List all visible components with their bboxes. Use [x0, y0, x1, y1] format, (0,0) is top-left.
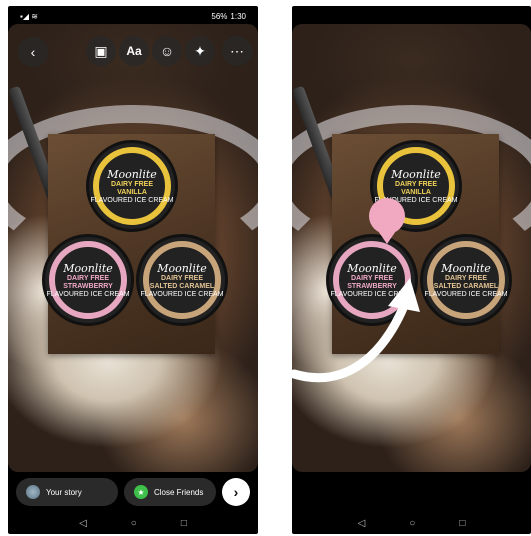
tub-line1: DAIRY FREE [160, 274, 203, 282]
brand-label: Moonlite [347, 261, 397, 275]
person-tag-icon: ▣ [94, 42, 108, 59]
screen-right: Moonlite DAIRY FREE VANILLA FLAVOURED IC… [292, 6, 531, 534]
nav-recents-icon[interactable]: □ [181, 518, 187, 529]
story-toolbar: ‹ ▣ Aa ☺ ✦ ⋯ [8, 36, 258, 68]
tub-line1: DAIRY FREE [350, 274, 393, 282]
share-bar: Your story ★ Close Friends › [8, 472, 258, 512]
more-icon: ⋯ [230, 42, 244, 59]
tub-line2: SALTED CARAMEL [433, 282, 499, 290]
tub-strawberry: Moonlite DAIRY FREE STRAWBERRY FLAVOURED… [42, 234, 134, 326]
brand-label: Moonlite [391, 167, 441, 181]
tub-strawberry: Moonlite DAIRY FREE STRAWBERRY FLAVOURED… [326, 234, 418, 326]
tub-caramel: Moonlite DAIRY FREE SALTED CARAMEL FLAVO… [420, 234, 512, 326]
tub-line3: FLAVOURED ICE CREAM [330, 290, 414, 298]
tub-caramel: Moonlite DAIRY FREE SALTED CARAMEL FLAVO… [136, 234, 228, 326]
avatar [26, 485, 40, 499]
tub-line3: FLAVOURED ICE CREAM [424, 290, 508, 298]
tub-line2: VANILLA [401, 188, 431, 196]
tag-people-button[interactable]: ▣ [86, 36, 116, 66]
system-nav-bar: ◁ ○ □ [8, 512, 258, 534]
nav-back-icon[interactable]: ◁ [358, 518, 366, 529]
tub-line3: FLAVOURED ICE CREAM [374, 196, 458, 204]
photo-sticker[interactable]: Moonlite DAIRY FREE VANILLA FLAVOURED IC… [42, 134, 228, 354]
tub-line3: FLAVOURED ICE CREAM [90, 196, 174, 204]
star-icon: ★ [134, 485, 148, 499]
nav-back-icon[interactable]: ◁ [79, 518, 87, 529]
tub-line2: STRAWBERRY [347, 282, 397, 290]
back-button[interactable]: ‹ [18, 37, 48, 67]
effects-button[interactable]: ✦ [185, 36, 215, 66]
tub-vanilla: Moonlite DAIRY FREE VANILLA FLAVOURED IC… [86, 140, 178, 232]
close-friends-label: Close Friends [154, 487, 204, 497]
text-tool-button[interactable]: Aa [119, 36, 149, 66]
tub-line2: STRAWBERRY [63, 282, 113, 290]
tub-line2: VANILLA [117, 188, 147, 196]
back-arrow-icon: ‹ [30, 44, 36, 60]
tub-line1: DAIRY FREE [444, 274, 487, 282]
effects-sparkle-icon: ✦ [194, 42, 206, 59]
tub-line3: FLAVOURED ICE CREAM [140, 290, 224, 298]
brand-label: Moonlite [107, 167, 157, 181]
nav-home-icon[interactable]: ○ [409, 518, 415, 529]
sticker-button[interactable]: ☺ [152, 36, 182, 66]
photo-sticker[interactable]: Moonlite DAIRY FREE VANILLA FLAVOURED IC… [326, 134, 512, 354]
screen-left: ▪◢ ≋ 56% 1:30 ‹ ▣ Aa ☺ ✦ ⋯ Moonlite DAIR… [8, 6, 258, 534]
more-button[interactable]: ⋯ [222, 36, 252, 66]
chevron-right-icon: › [233, 484, 239, 500]
clock: 1:30 [230, 11, 246, 21]
close-friends-button[interactable]: ★ Close Friends [124, 478, 216, 506]
your-story-button[interactable]: Your story [16, 478, 118, 506]
nav-recents-icon[interactable]: □ [459, 518, 465, 529]
sticker-icon: ☺ [159, 43, 175, 59]
nav-home-icon[interactable]: ○ [131, 518, 137, 529]
tub-line3: FLAVOURED ICE CREAM [46, 290, 130, 298]
your-story-label: Your story [46, 487, 82, 497]
tub-line2: SALTED CARAMEL [149, 282, 215, 290]
status-bar: ▪◢ ≋ 56% 1:30 [8, 6, 258, 26]
tub-line1: DAIRY FREE [66, 274, 109, 282]
brand-label: Moonlite [441, 261, 491, 275]
signal-icon: ▪◢ ≋ [20, 11, 38, 21]
system-nav-bar: ◁ ○ □ [292, 512, 531, 534]
brand-label: Moonlite [63, 261, 113, 275]
next-button[interactable]: › [222, 478, 250, 506]
tub-line1: DAIRY FREE [110, 180, 153, 188]
tub-line1: DAIRY FREE [394, 180, 437, 188]
battery-level: 56% [211, 11, 228, 21]
brand-label: Moonlite [157, 261, 207, 275]
tub-vanilla: Moonlite DAIRY FREE VANILLA FLAVOURED IC… [370, 140, 462, 232]
